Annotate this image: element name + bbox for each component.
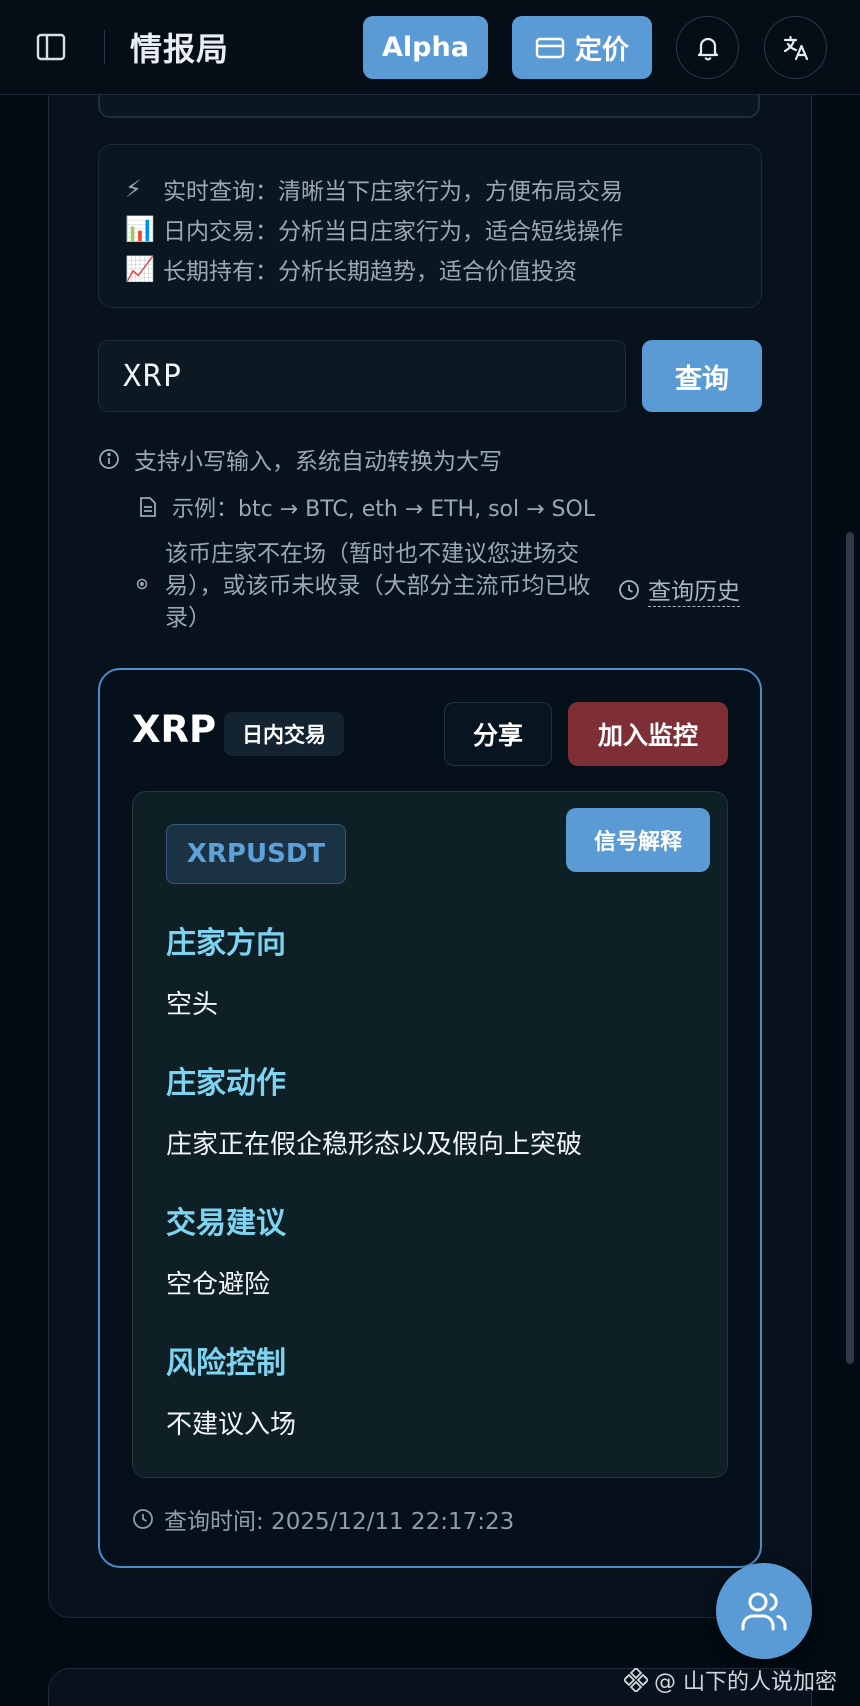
- section-value-action: 庄家正在假企稳形态以及假向上突破: [166, 1130, 583, 1160]
- hint-lowercase: 支持小写输入，系统自动转换为大写: [98, 442, 502, 476]
- section-value-direction: 空头: [166, 990, 219, 1020]
- mode-text: 长期持有：分析长期趋势，适合价值投资: [163, 259, 577, 285]
- lightning-icon: ⚡: [125, 175, 142, 203]
- query-time-text: 查询时间: 2025/12/11 22:17:23: [164, 1509, 515, 1535]
- alpha-button[interactable]: Alpha: [363, 16, 488, 79]
- query-history-link[interactable]: 查询历史: [618, 572, 740, 607]
- section-value-advice: 空仓避险: [166, 1270, 271, 1300]
- sidebar-toggle-icon[interactable]: [34, 30, 68, 64]
- pricing-label: 定价: [575, 35, 629, 66]
- trading-pair-badge: XRPUSDT: [166, 824, 346, 884]
- binance-logo-icon: [624, 1668, 648, 1692]
- watermark: @ 山下的人说加密: [624, 1664, 837, 1696]
- share-button[interactable]: 分享: [444, 702, 552, 766]
- hint-lowercase-text: 支持小写输入，系统自动转换为大写: [134, 449, 502, 475]
- add-monitor-button[interactable]: 加入监控: [568, 702, 728, 766]
- hint-example: 示例：btc → BTC, eth → ETH, sol → SOL: [138, 491, 595, 523]
- brand-title: 情报局: [130, 30, 230, 68]
- bell-icon: [697, 37, 718, 60]
- credit-card-icon: [535, 37, 565, 58]
- section-title-action: 庄家动作: [166, 1066, 286, 1101]
- mode-line-longterm: 📈 长期持有：分析长期趋势，适合价值投资: [125, 249, 735, 289]
- query-time: 查询时间: 2025/12/11 22:17:23: [132, 1502, 514, 1536]
- info-icon: [99, 449, 119, 469]
- mode-description-box: ⚡ 实时查询：清晰当下庄家行为，方便布局交易 📊 日内交易：分析当日庄家行为，适…: [98, 144, 762, 308]
- mode-line-realtime: ⚡ 实时查询：清晰当下庄家行为，方便布局交易: [125, 169, 735, 209]
- header-divider: [104, 30, 105, 64]
- users-icon: [741, 1592, 787, 1631]
- clock-icon: [619, 579, 639, 600]
- section-title-direction: 庄家方向: [166, 926, 286, 961]
- hint-example-text: 示例：btc → BTC, eth → ETH, sol → SOL: [172, 497, 596, 522]
- query-button[interactable]: 查询: [642, 340, 762, 412]
- mode-line-intraday: 📊 日内交易：分析当日庄家行为，适合短线操作: [125, 209, 735, 249]
- query-history-label: 查询历史: [648, 572, 740, 607]
- coin-search-input[interactable]: [98, 340, 626, 412]
- signal-explain-button[interactable]: 信号解释: [566, 808, 710, 872]
- community-fab-button[interactable]: [716, 1563, 812, 1659]
- scrollbar-thumb[interactable]: [846, 532, 854, 1364]
- clock-icon: [133, 1509, 153, 1529]
- coin-title: XRP: [132, 708, 217, 751]
- section-title-risk: 风险控制: [166, 1346, 286, 1381]
- trending-up-icon: 📈: [125, 255, 155, 283]
- notification-button[interactable]: [676, 16, 739, 79]
- bar-chart-icon: 📊: [125, 215, 155, 243]
- section-title-advice: 交易建议: [166, 1206, 286, 1241]
- pricing-button[interactable]: 定价: [512, 16, 652, 79]
- mode-badge: 日内交易: [224, 712, 344, 756]
- mode-text: 实时查询：清晰当下庄家行为，方便布局交易: [163, 179, 623, 205]
- top-header: 情报局 Alpha 定价: [0, 0, 860, 95]
- language-button[interactable]: [764, 16, 827, 79]
- watermark-text: @ 山下的人说加密: [654, 1670, 837, 1695]
- section-value-risk: 不建议入场: [166, 1410, 297, 1440]
- document-icon: [140, 497, 156, 517]
- translate-icon: [783, 35, 808, 60]
- status-dot-icon: [136, 578, 148, 590]
- mode-text: 日内交易：分析当日庄家行为，适合短线操作: [163, 219, 623, 245]
- hint-not-present-text: 该币庄家不在场（暂时也不建议您进场交易），或该币未收录（大部分主流币均已收录）: [165, 541, 591, 631]
